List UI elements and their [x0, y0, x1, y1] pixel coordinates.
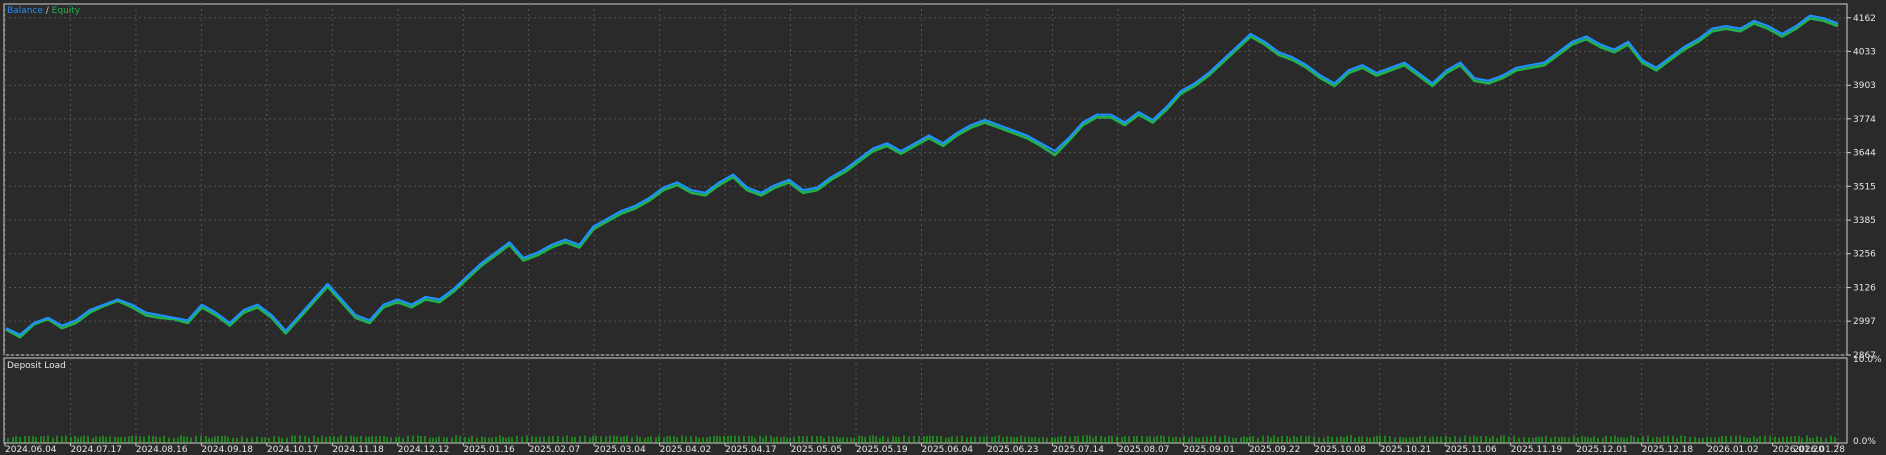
- x-tick-label: 2025.10.21: [1380, 445, 1432, 455]
- x-tick-label: 2025.05.05: [791, 445, 843, 455]
- x-tick-label: 2025.11.19: [1511, 445, 1563, 455]
- x-tick-label: 2024.08.16: [136, 445, 188, 455]
- y-tick-label: 3774: [1853, 115, 1876, 125]
- y-tick-label: 3515: [1853, 182, 1876, 192]
- legend-equity: Equity: [52, 6, 81, 16]
- x-tick-label: 2025.12.18: [1642, 445, 1694, 455]
- x-tick-label: 2025.12.01: [1576, 445, 1628, 455]
- x-tick-label: 2025.01.16: [463, 445, 515, 455]
- y-tick-label: 4162: [1853, 14, 1876, 24]
- legend: Balance / Equity: [7, 6, 81, 16]
- x-tick-label: 2025.02.07: [529, 445, 581, 455]
- x-tick-label: 2025.08.07: [1118, 445, 1170, 455]
- y-tick-label: 3385: [1853, 216, 1876, 226]
- y-tick-label: 3256: [1853, 250, 1876, 260]
- x-tick-label: 2025.07.14: [1052, 445, 1104, 455]
- x-tick-label: 2025.04.17: [725, 445, 777, 455]
- x-tick-label: 2025.04.02: [660, 445, 712, 455]
- y-tick-label: 4033: [1853, 47, 1876, 57]
- y-tick-label: 3644: [1853, 149, 1876, 159]
- chart-background: [0, 0, 1886, 455]
- x-tick-label: 2024.06.04: [5, 445, 57, 455]
- y-tick-label: 2997: [1853, 317, 1876, 327]
- y-tick-label: 3903: [1853, 81, 1876, 91]
- deposit-load-title: Deposit Load: [7, 361, 66, 371]
- x-tick-label: 2025.09.01: [1183, 445, 1235, 455]
- x-tick-label: 2024.09.18: [201, 445, 253, 455]
- x-tick-label: 2026.01.02: [1707, 445, 1759, 455]
- y-tick-label: 3126: [1853, 284, 1876, 294]
- x-tick-label: 2024.11.18: [332, 445, 384, 455]
- x-tick-label: 2025.09.22: [1249, 445, 1301, 455]
- x-tick-label: 2025.03.04: [594, 445, 646, 455]
- x-tick-label: 2024.07.17: [70, 445, 122, 455]
- x-tick-label: 2025.06.04: [922, 445, 974, 455]
- x-tick-label: 2025.05.19: [856, 445, 908, 455]
- x-tick-label: 2024.12.12: [398, 445, 450, 455]
- legend-separator: /: [43, 6, 52, 16]
- deposit-y-tick-label: 10.0%: [1853, 355, 1882, 365]
- tester-graph: 4162 4033 3903 3774 3644 3515 3385 3256 3126 2997…: [0, 0, 1886, 455]
- x-tick-label: 2024.10.17: [267, 445, 319, 455]
- deposit-y-tick-label: 0.0%: [1853, 437, 1876, 447]
- x-tick-label: 2025.10.08: [1314, 445, 1366, 455]
- legend-balance: Balance: [7, 6, 43, 16]
- x-tick-label: 2025.06.23: [987, 445, 1039, 455]
- x-tick-label: 2026.01.28: [1793, 445, 1845, 455]
- x-tick-label: 2025.11.06: [1445, 445, 1497, 455]
